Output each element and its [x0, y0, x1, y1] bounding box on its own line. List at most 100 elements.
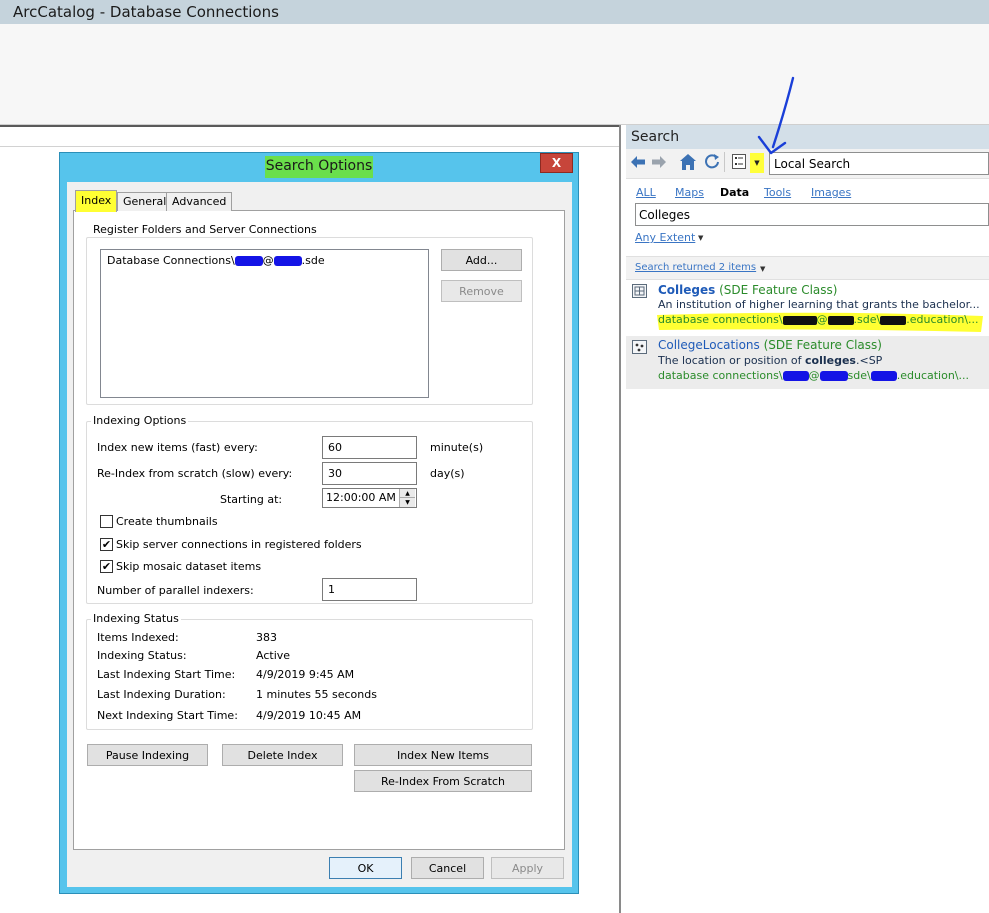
- status-value: 383: [256, 631, 277, 644]
- results-count-link[interactable]: Search returned 2 items: [635, 262, 756, 273]
- skip-mosaic-checkbox[interactable]: ✔: [100, 560, 113, 573]
- tab-general[interactable]: General: [117, 192, 173, 211]
- spin-up-icon[interactable]: ▲: [399, 489, 415, 498]
- list-item[interactable]: Database Connections\ @ .sde: [107, 254, 325, 267]
- search-pane-title: Search: [631, 129, 680, 145]
- result-type: (SDE Feature Class): [719, 283, 838, 297]
- status-key: Next Indexing Start Time:: [97, 709, 238, 722]
- path-text: database connections\: [658, 369, 783, 382]
- list-item-text: .sde: [301, 254, 325, 267]
- chevron-down-icon[interactable]: ▼: [760, 265, 765, 273]
- chevron-down-icon[interactable]: ▼: [698, 234, 703, 242]
- result-title[interactable]: CollegeLocations (SDE Feature Class): [658, 338, 882, 352]
- status-key: Last Indexing Start Time:: [97, 668, 236, 681]
- description-match: colleges: [805, 354, 856, 367]
- search-input[interactable]: Colleges: [635, 203, 989, 226]
- refresh-icon[interactable]: [704, 153, 720, 169]
- status-value: 1 minutes 55 seconds: [256, 688, 377, 701]
- tab-images[interactable]: Images: [811, 186, 851, 199]
- redaction-mark: [827, 315, 854, 325]
- list-item-text: @: [262, 254, 274, 267]
- result-description: The location or position of colleges.<SP: [658, 354, 989, 367]
- forward-arrow-icon[interactable]: [651, 154, 667, 170]
- description-text: .<SP: [855, 354, 883, 367]
- result-description: An institution of higher learning that g…: [658, 298, 980, 311]
- tab-all[interactable]: ALL: [636, 186, 656, 199]
- description-text: The location or position of: [658, 354, 806, 367]
- path-text: @: [816, 313, 828, 326]
- toolbar-separator: [724, 152, 725, 172]
- tab-advanced[interactable]: Advanced: [166, 192, 233, 211]
- status-value: 4/9/2019 9:45 AM: [256, 668, 355, 681]
- remove-button[interactable]: Remove: [441, 280, 522, 302]
- redaction-mark: [880, 315, 907, 325]
- result-name[interactable]: CollegeLocations: [658, 338, 760, 352]
- tab-tools[interactable]: Tools: [764, 186, 791, 199]
- unit-label: minute(s): [430, 441, 484, 454]
- apply-button[interactable]: Apply: [491, 857, 564, 879]
- parallel-indexers-input[interactable]: 1: [322, 578, 417, 601]
- tab-maps[interactable]: Maps: [675, 186, 704, 199]
- field-label: Index new items (fast) every:: [97, 441, 258, 454]
- path-text: .education\...: [906, 313, 979, 326]
- search-scope-field[interactable]: Local Search: [769, 152, 989, 175]
- redaction-mark: [273, 256, 302, 266]
- pause-indexing-button[interactable]: Pause Indexing: [87, 744, 208, 766]
- result-path: database connections\ @ sde\ .education\...: [658, 369, 989, 382]
- checkbox-label[interactable]: Skip server connections in registered fo…: [116, 538, 362, 551]
- ok-button[interactable]: OK: [329, 857, 402, 879]
- cancel-button[interactable]: Cancel: [411, 857, 484, 879]
- result-type: (SDE Feature Class): [763, 338, 882, 352]
- tab-data[interactable]: Data: [720, 186, 749, 199]
- reindex-interval-input[interactable]: 30: [322, 462, 417, 485]
- redaction-mark: [234, 256, 263, 266]
- redaction-mark: [782, 371, 809, 381]
- registered-folders-list[interactable]: [100, 249, 429, 398]
- path-text: database connections\: [658, 313, 783, 326]
- extent-filter-link[interactable]: Any Extent: [635, 231, 695, 244]
- index-new-items-button[interactable]: Index New Items: [354, 744, 532, 766]
- path-text: @: [808, 369, 820, 382]
- pane-splitter[interactable]: [619, 125, 621, 913]
- catalog-pane-header: [0, 125, 621, 147]
- annotation-arrow: [757, 76, 795, 155]
- back-arrow-icon[interactable]: [630, 154, 646, 170]
- status-value: Active: [256, 649, 291, 662]
- search-pane-header: [626, 125, 989, 149]
- redaction-mark: [819, 371, 848, 381]
- group-label: Register Folders and Server Connections: [91, 223, 319, 236]
- toolbar-area: [0, 24, 989, 125]
- tab-index[interactable]: Index: [75, 190, 118, 212]
- point-feature-class-icon: [632, 340, 647, 354]
- redaction-mark: [870, 371, 897, 381]
- path-text: .education\...: [896, 369, 970, 382]
- checkbox-label[interactable]: Skip mosaic dataset items: [116, 560, 261, 573]
- create-thumbnails-checkbox[interactable]: [100, 515, 113, 528]
- reindex-from-scratch-button[interactable]: Re-Index From Scratch: [354, 770, 532, 792]
- status-value: 4/9/2019 10:45 AM: [256, 709, 362, 722]
- path-text: .sde\: [853, 313, 881, 326]
- result-name[interactable]: Colleges: [658, 283, 715, 297]
- field-label: Re-Index from scratch (slow) every:: [97, 467, 293, 480]
- search-options-icon[interactable]: [732, 154, 746, 169]
- new-items-interval-input[interactable]: 60: [322, 436, 417, 459]
- redaction-mark: [782, 315, 817, 325]
- group-label: Indexing Status: [91, 612, 181, 625]
- field-label: Number of parallel indexers:: [97, 584, 254, 597]
- dialog-title: Search Options: [265, 158, 373, 174]
- home-icon[interactable]: [679, 153, 697, 171]
- path-text: sde\: [847, 369, 871, 382]
- delete-index-button[interactable]: Delete Index: [222, 744, 343, 766]
- skip-server-connections-checkbox[interactable]: ✔: [100, 538, 113, 551]
- unit-label: day(s): [430, 467, 465, 480]
- app-title: ArcCatalog - Database Connections: [13, 3, 279, 21]
- status-key: Indexing Status:: [97, 649, 187, 662]
- group-label: Indexing Options: [91, 414, 189, 427]
- close-button[interactable]: X: [540, 153, 573, 173]
- result-title[interactable]: Colleges (SDE Feature Class): [658, 283, 837, 297]
- checkbox-label[interactable]: Create thumbnails: [116, 515, 218, 528]
- feature-class-icon: [632, 284, 647, 298]
- spin-down-icon[interactable]: ▼: [399, 498, 415, 507]
- add-button[interactable]: Add...: [441, 249, 522, 271]
- result-path: database connections\ @ .sde\ .education\..…: [658, 313, 989, 326]
